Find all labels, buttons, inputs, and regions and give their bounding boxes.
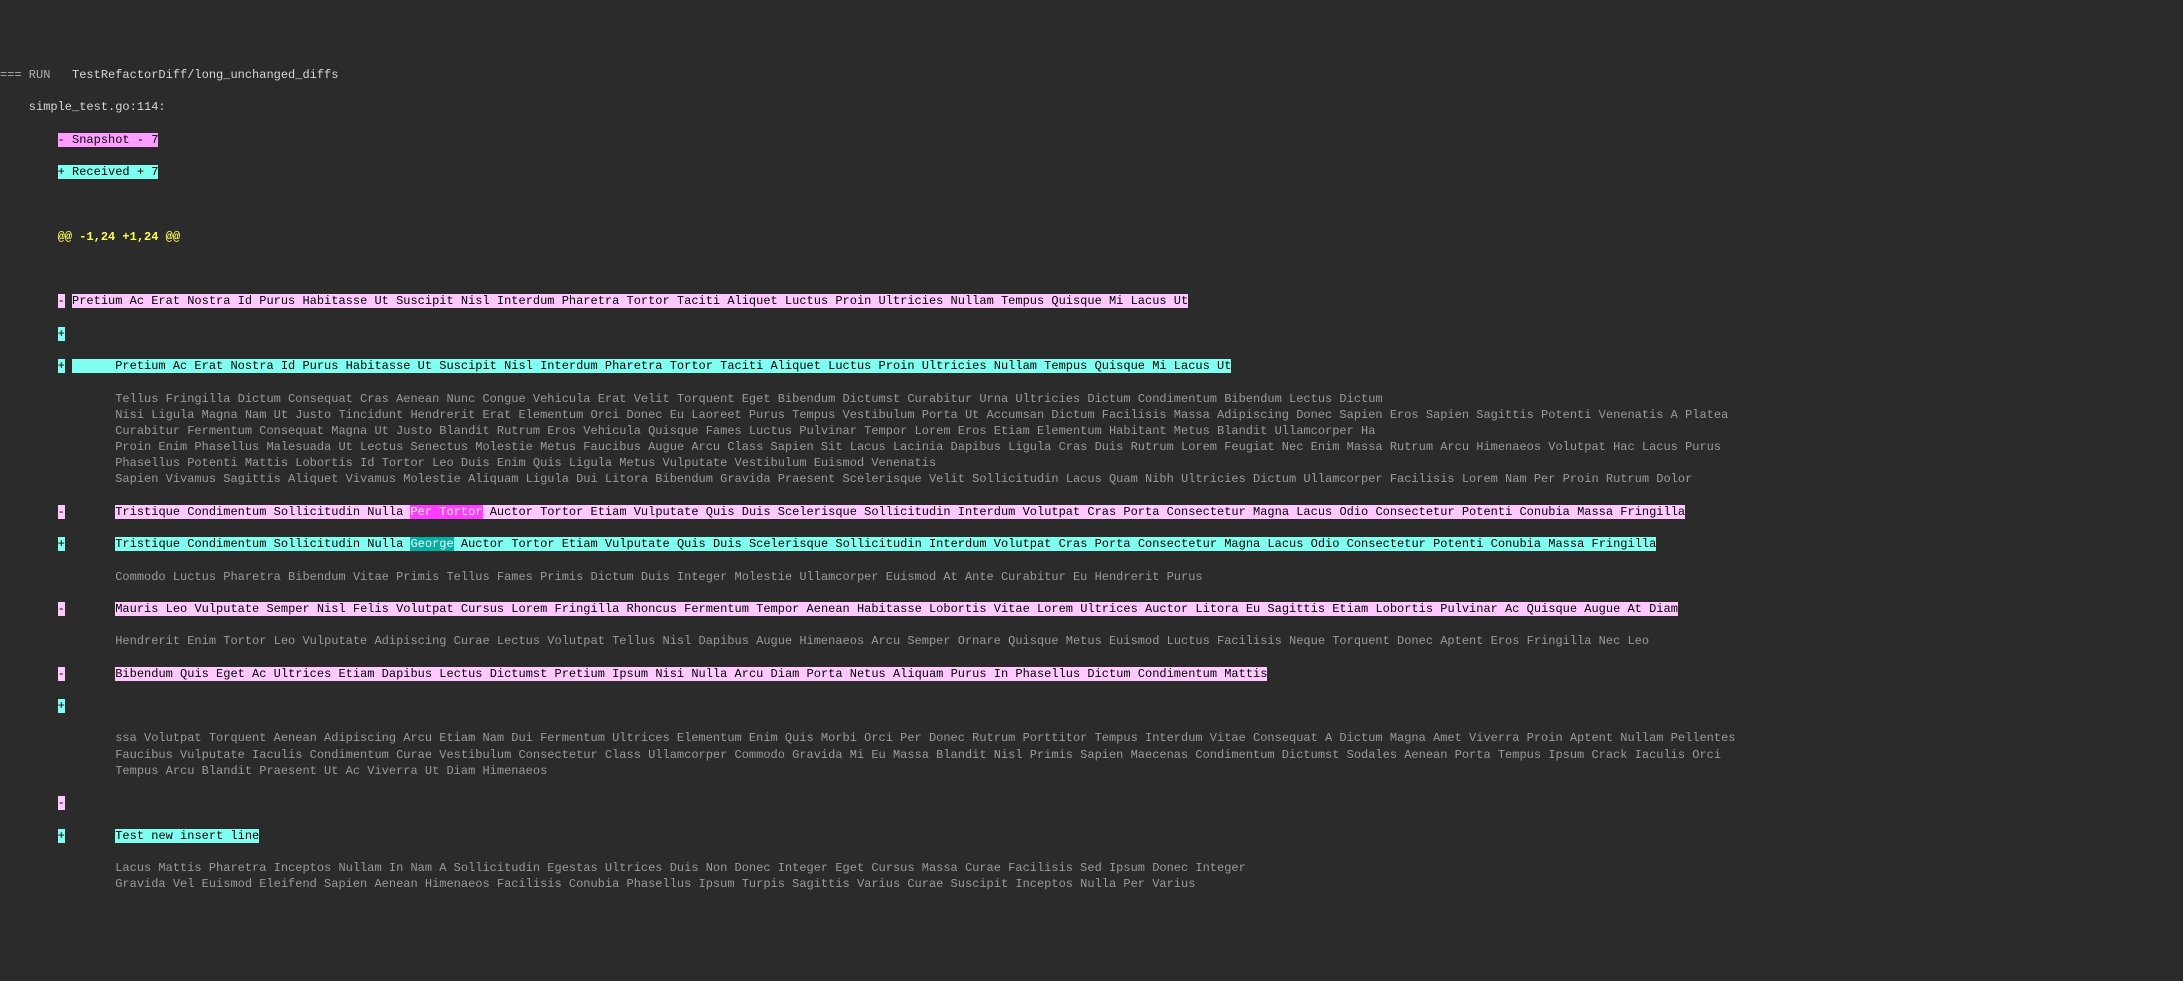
diff-add-empty: + bbox=[0, 326, 2183, 342]
context-line: Proin Enim Phasellus Malesuada Ut Lectus… bbox=[0, 439, 2183, 455]
context-block: Tellus Fringilla Dictum Consequat Cras A… bbox=[0, 391, 2183, 488]
diff-del-word-line: - Tristique Condimentum Sollicitudin Nul… bbox=[0, 504, 2183, 520]
context-line: Tempus Arcu Blandit Praesent Ut Ac Viver… bbox=[0, 763, 2183, 779]
context-line: Tellus Fringilla Dictum Consequat Cras A… bbox=[0, 391, 2183, 407]
blank bbox=[0, 261, 2183, 277]
context-line: Lacus Mattis Pharetra Inceptos Nullam In… bbox=[0, 860, 2183, 876]
context-line: Commodo Luctus Pharetra Bibendum Vitae P… bbox=[0, 569, 2183, 585]
context-block: ssa Volutpat Torquent Aenean Adipiscing … bbox=[0, 730, 2183, 779]
context-line: Sapien Vivamus Sagittis Aliquet Vivamus … bbox=[0, 471, 2183, 487]
context-line: Phasellus Potenti Mattis Lobortis Id Tor… bbox=[0, 455, 2183, 471]
diff-del-line: - Bibendum Quis Eget Ac Ultrices Etiam D… bbox=[0, 666, 2183, 682]
context-line: Gravida Vel Euismod Eleifend Sapien Aene… bbox=[0, 876, 2183, 892]
hunk-header: @@ -1,24 +1,24 @@ bbox=[0, 229, 2183, 245]
removed-word: Per Tortor bbox=[410, 505, 482, 519]
diff-add-line: + Pretium Ac Erat Nostra Id Purus Habita… bbox=[0, 358, 2183, 374]
blank bbox=[0, 196, 2183, 212]
snapshot-legend-add: + Received + 7 bbox=[0, 164, 2183, 180]
diff-del-line: - Mauris Leo Vulputate Semper Nisl Felis… bbox=[0, 601, 2183, 617]
context-block: Commodo Luctus Pharetra Bibendum Vitae P… bbox=[0, 569, 2183, 585]
context-line: Hendrerit Enim Tortor Leo Vulputate Adip… bbox=[0, 633, 2183, 649]
context-block: Lacus Mattis Pharetra Inceptos Nullam In… bbox=[0, 860, 2183, 892]
added-word: George bbox=[410, 537, 453, 551]
context-line: Curabitur Fermentum Consequat Magna Ut J… bbox=[0, 423, 2183, 439]
diff-del-empty: - bbox=[0, 795, 2183, 811]
diff-add-line: + Test new insert line bbox=[0, 828, 2183, 844]
diff-del-line: - Pretium Ac Erat Nostra Id Purus Habita… bbox=[0, 293, 2183, 309]
run-label: === RUN bbox=[0, 68, 72, 82]
snapshot-legend-del: - Snapshot - 7 bbox=[0, 132, 2183, 148]
test-name: TestRefactorDiff/long_unchanged_diffs bbox=[72, 68, 338, 82]
context-block: Hendrerit Enim Tortor Leo Vulputate Adip… bbox=[0, 633, 2183, 649]
file-location: simple_test.go:114: bbox=[0, 99, 2183, 115]
context-line: ssa Volutpat Torquent Aenean Adipiscing … bbox=[0, 730, 2183, 746]
run-header: === RUN TestRefactorDiff/long_unchanged_… bbox=[0, 67, 2183, 83]
diff-add-empty: + bbox=[0, 698, 2183, 714]
context-line: Faucibus Vulputate Iaculis Condimentum C… bbox=[0, 747, 2183, 763]
context-line: Nisi Ligula Magna Nam Ut Justo Tincidunt… bbox=[0, 407, 2183, 423]
diff-add-word-line: + Tristique Condimentum Sollicitudin Nul… bbox=[0, 536, 2183, 552]
